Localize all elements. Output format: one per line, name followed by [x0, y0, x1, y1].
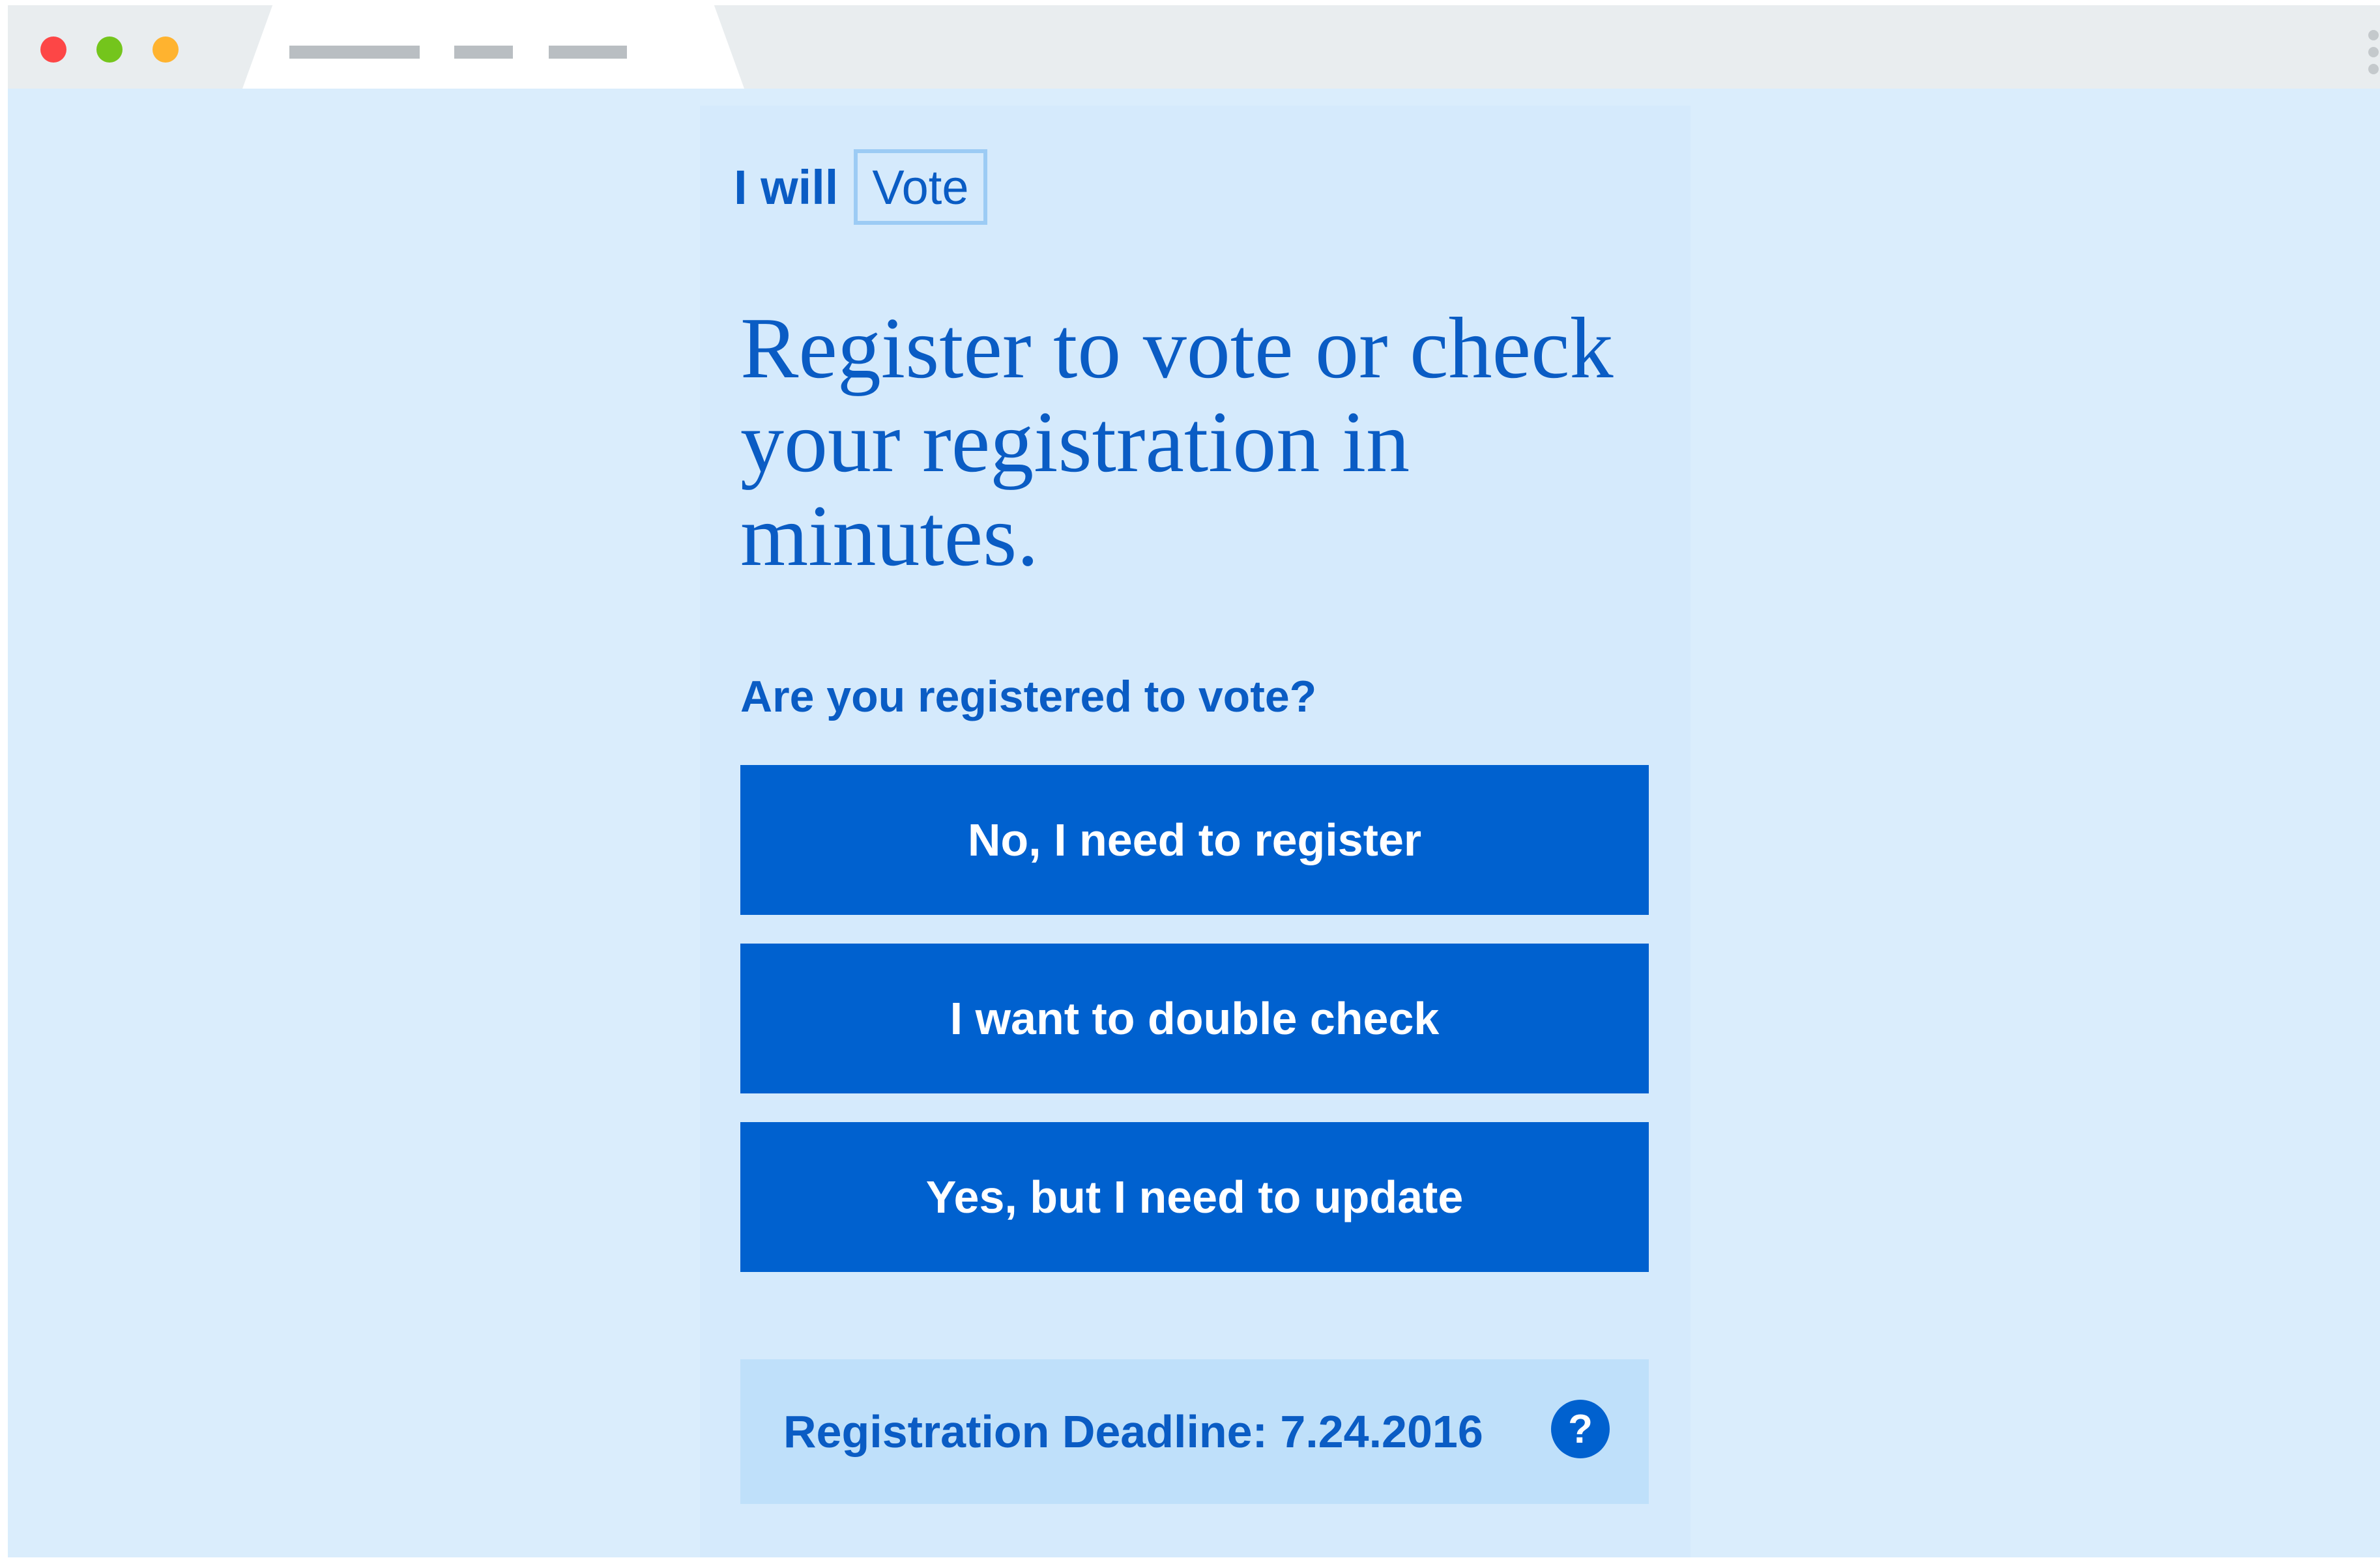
- need-to-register-button[interactable]: No, I need to register: [740, 765, 1649, 915]
- browser-chrome: [8, 5, 2380, 89]
- logo-vote-box: Vote: [854, 149, 987, 225]
- tab-title-placeholder: [549, 46, 627, 59]
- close-window-button[interactable]: [40, 36, 66, 63]
- tab-title-placeholder: [289, 46, 420, 59]
- registration-card: I will Vote Register to vote or check yo…: [700, 106, 1691, 1557]
- minimize-window-button[interactable]: [152, 36, 179, 63]
- registration-deadline-banner: Registration Deadline: 7.24.2016 ?: [740, 1359, 1649, 1504]
- double-check-button[interactable]: I want to double check: [740, 944, 1649, 1093]
- browser-tab[interactable]: [242, 5, 744, 89]
- registration-question: Are you registered to vote?: [740, 672, 1317, 721]
- need-to-update-button[interactable]: Yes, but I need to update: [740, 1122, 1649, 1272]
- deadline-text: Registration Deadline: 7.24.2016: [783, 1406, 1483, 1457]
- help-icon[interactable]: ?: [1551, 1400, 1610, 1458]
- logo-prefix: I will: [734, 160, 839, 214]
- i-will-vote-logo[interactable]: I will Vote: [734, 149, 987, 225]
- tab-title-placeholder: [454, 46, 513, 59]
- browser-window: I will Vote Register to vote or check yo…: [8, 5, 2380, 1557]
- page-headline: Register to vote or check your registrat…: [740, 300, 1614, 584]
- page-content: I will Vote Register to vote or check yo…: [8, 89, 2380, 1557]
- browser-menu-icon[interactable]: [2367, 30, 2380, 76]
- maximize-window-button[interactable]: [96, 36, 123, 63]
